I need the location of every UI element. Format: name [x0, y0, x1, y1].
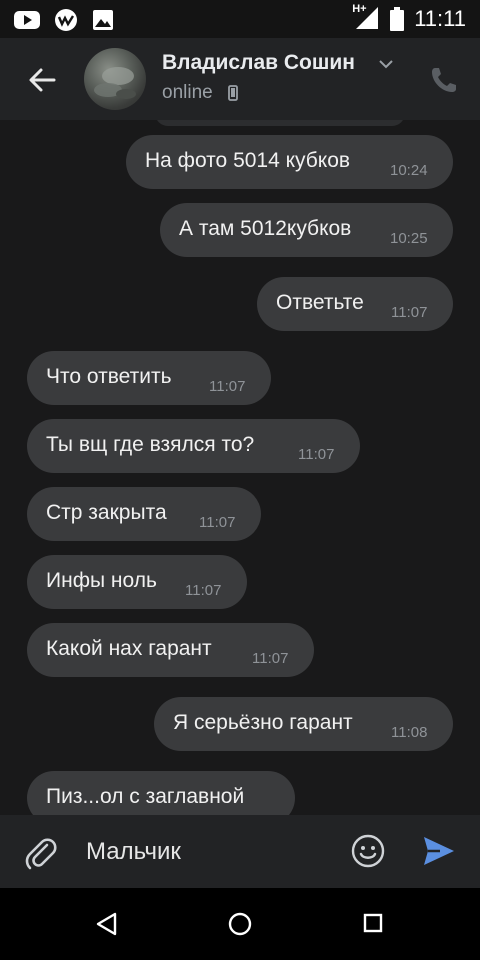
message-bubble-outgoing[interactable]: На фото 5014 кубков 10:24 [126, 135, 453, 189]
message-time: 11:07 [252, 650, 289, 667]
clock: 11:11 [414, 6, 466, 31]
nav-back-icon[interactable] [96, 912, 118, 936]
send-icon[interactable] [422, 835, 456, 867]
message-time: 11:07 [199, 514, 236, 531]
message-time: 11:08 [391, 724, 428, 741]
message-bubble-incoming[interactable]: Инфы ноль 11:07 [27, 555, 247, 609]
status-bar: H+ 11:11 [0, 0, 480, 38]
avatar[interactable] [84, 48, 146, 110]
chat-header: Владислав Сошин online [0, 38, 480, 120]
system-nav-bar [0, 888, 480, 960]
message-bubble-incoming[interactable]: Ты вщ где взялся то? 11:07 [27, 419, 360, 473]
battery-icon [390, 7, 405, 31]
youtube-icon [14, 11, 40, 29]
message-text: Что ответить [46, 365, 172, 388]
message-time: 11:07 [209, 378, 246, 395]
message-time: 11:07 [185, 582, 222, 599]
message-text: Инфы ноль [46, 569, 157, 592]
image-icon [93, 10, 113, 30]
mobile-device-icon [228, 85, 238, 101]
message-time: 10:24 [390, 162, 428, 179]
message-text: Я серьёзно гарант [173, 711, 353, 734]
message-composer: Мальчик [0, 815, 480, 888]
message-text: Пиз...ол с заглавной [46, 785, 245, 808]
message-bubble-incoming[interactable]: Что ответить 11:07 [27, 351, 271, 405]
message-text: А там 5012кубков [179, 217, 352, 240]
message-bubble-incoming[interactable]: Стр закрыта 11:07 [27, 487, 261, 541]
message-bubble-outgoing[interactable]: Я серьёзно гарант 11:08 [154, 697, 453, 751]
message-text: На фото 5014 кубков [145, 149, 351, 172]
back-arrow-icon[interactable] [24, 62, 60, 98]
app-icon [55, 9, 77, 31]
signal-icon [356, 7, 379, 29]
message-bubble-incoming[interactable]: Пиз...ол с заглавной [27, 771, 295, 815]
chevron-down-icon[interactable] [378, 58, 394, 70]
message-input[interactable]: Мальчик [86, 838, 181, 866]
message-bubble-incoming[interactable]: Какой нах гарант 11:07 [27, 623, 314, 677]
emoji-icon[interactable] [351, 834, 385, 868]
message-time: 11:07 [298, 446, 335, 463]
contact-name[interactable]: Владислав Сошин [162, 51, 355, 75]
message-bubble-outgoing[interactable]: А там 5012кубков 10:25 [160, 203, 453, 257]
nav-home-icon[interactable] [228, 912, 252, 936]
contact-status: online [162, 82, 213, 103]
message-time: 11:07 [391, 304, 428, 321]
nav-recent-apps-icon[interactable] [363, 913, 383, 933]
message-text: Стр закрыта [46, 501, 167, 524]
paperclip-icon[interactable] [24, 835, 58, 871]
message-time: 10:25 [390, 230, 428, 247]
message-text: Какой нах гарант [46, 637, 212, 660]
phone-call-icon[interactable] [428, 64, 460, 96]
previous-message-edge [155, 120, 405, 126]
message-text: Ответьте [276, 291, 364, 314]
message-bubble-outgoing[interactable]: Ответьте 11:07 [257, 277, 453, 331]
message-text: Ты вщ где взялся то? [46, 433, 255, 456]
message-list[interactable]: На фото 5014 кубков 10:24 А там 5012кубк… [0, 120, 480, 815]
